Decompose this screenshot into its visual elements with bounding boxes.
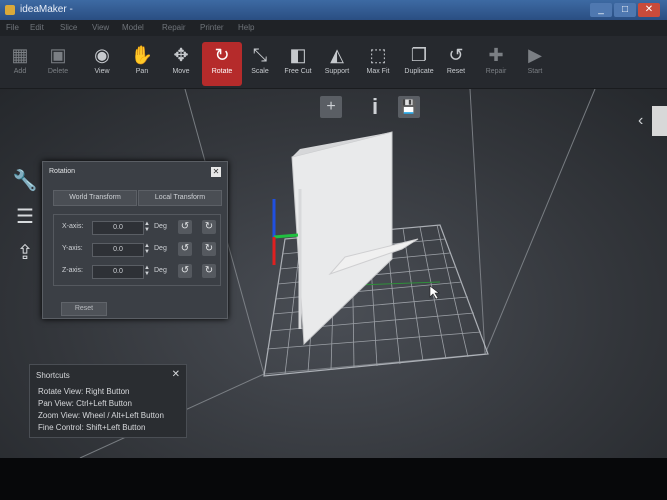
y-axis-spinner[interactable]: ▲ ▼: [144, 243, 150, 255]
rotation-panel: Rotation ✕ World Transform Local Transfo…: [42, 161, 228, 319]
close-button[interactable]: ✕: [638, 3, 660, 17]
max-fit-tool-button[interactable]: ⬚ Max Fit: [358, 42, 398, 86]
view-tool-button[interactable]: ◉ View: [82, 42, 122, 86]
start-icon: ▶: [528, 45, 542, 65]
rotate-icon: ↻: [214, 45, 230, 65]
eye-icon: ◉: [94, 45, 110, 65]
3d-model: [291, 131, 419, 346]
menu-edit[interactable]: Edit: [30, 20, 44, 36]
z-rotate-ccw-icon[interactable]: ↺: [178, 264, 192, 278]
x-axis-spinner[interactable]: ▲ ▼: [144, 221, 150, 233]
title-bar: ideaMaker - _ □ ✕: [0, 0, 667, 20]
save-icon[interactable]: 💾: [398, 96, 420, 118]
chevron-left-icon[interactable]: ‹: [638, 112, 643, 130]
repair-tool-button[interactable]: ✚ Repair: [476, 42, 516, 86]
shortcuts-panel: Shortcuts ✕ Rotate View: Right Button Pa…: [29, 364, 187, 438]
scale-icon: ⤡: [252, 45, 268, 65]
add-model-icon[interactable]: +: [320, 96, 342, 118]
menu-bar: File Edit Slice View Model Repair Printe…: [0, 20, 667, 36]
shortcuts-close-button[interactable]: ✕: [172, 369, 180, 380]
z-axis-unit: Deg: [154, 267, 167, 274]
menu-view[interactable]: View: [92, 20, 109, 36]
free-cut-tool-button[interactable]: ◧ Free Cut: [278, 42, 318, 86]
x-rotate-ccw-icon[interactable]: ↺: [178, 220, 192, 234]
shortcut-line: Pan View: Ctrl+Left Button: [38, 399, 132, 408]
support-tool-button[interactable]: ◭ Support: [317, 42, 357, 86]
app-icon: [5, 5, 15, 15]
x-axis-label: X-axis:: [62, 223, 84, 230]
max-fit-icon: ⬚: [369, 45, 387, 65]
reset-tool-button[interactable]: ↺ Reset: [436, 42, 476, 86]
duplicate-tool-button[interactable]: ❐ Duplicate: [399, 42, 439, 86]
pan-tool-button[interactable]: ✋ Pan: [122, 42, 162, 86]
menu-file[interactable]: File: [6, 20, 19, 36]
z-axis-input[interactable]: 0.0: [92, 265, 144, 279]
add-icon: ▦: [11, 45, 29, 65]
y-axis-label: Y-axis:: [62, 245, 83, 252]
monitor-bezel: [0, 458, 667, 500]
minimize-button[interactable]: _: [590, 3, 612, 17]
delete-icon: ▣: [49, 45, 67, 65]
mouse-cursor-icon: [429, 285, 440, 300]
rotation-panel-title: Rotation: [49, 168, 76, 175]
guide-line: [484, 89, 596, 355]
cut-icon: ◧: [289, 45, 307, 65]
add-tool-button[interactable]: ▦ Add: [0, 42, 40, 86]
y-rotate-cw-icon[interactable]: ↻: [202, 242, 216, 256]
tab-local-transform[interactable]: Local Transform: [138, 190, 222, 206]
x-rotate-cw-icon[interactable]: ↻: [202, 220, 216, 234]
rotation-reset-button[interactable]: Reset: [61, 302, 107, 316]
rotation-panel-close-button[interactable]: ✕: [211, 167, 221, 177]
move-tool-button[interactable]: ✥ Move: [161, 42, 201, 86]
screen: ideaMaker - _ □ ✕ File Edit Slice View M…: [0, 0, 667, 458]
delete-tool-button[interactable]: ▣ Delete: [38, 42, 78, 86]
axis-gizmo: [272, 199, 299, 265]
move-icon: ✥: [173, 45, 189, 65]
duplicate-icon: ❐: [410, 45, 428, 65]
guide-line: [469, 89, 486, 355]
y-axis-row: Y-axis: 0.0 ▲ ▼ Deg ↺ ↻: [54, 241, 220, 259]
hand-icon: ✋: [130, 45, 154, 65]
menu-slice[interactable]: Slice: [60, 20, 77, 36]
y-rotate-ccw-icon[interactable]: ↺: [178, 242, 192, 256]
y-axis-unit: Deg: [154, 245, 167, 252]
menu-model[interactable]: Model: [122, 20, 144, 36]
z-axis-row: Z-axis: 0.0 ▲ ▼ Deg ↺ ↻: [54, 263, 220, 281]
tab-world-transform[interactable]: World Transform: [53, 190, 137, 206]
shortcut-line: Fine Control: Shift+Left Button: [38, 423, 146, 432]
x-axis-row: X-axis: 0.0 ▲ ▼ Deg ↺ ↻: [54, 219, 220, 237]
z-axis-label: Z-axis:: [62, 267, 83, 274]
shortcuts-title: Shortcuts: [36, 371, 70, 380]
toolbar: ▦ Add ▣ Delete ◉ View ✋ Pan ✥ Move ↻ Rotate ⤡ S…: [0, 36, 667, 89]
export-icon[interactable]: ⇪: [12, 240, 38, 266]
y-axis-input[interactable]: 0.0: [92, 243, 144, 257]
menu-repair[interactable]: Repair: [162, 20, 186, 36]
start-tool-button[interactable]: ▶ Start: [515, 42, 555, 86]
menu-help[interactable]: Help: [238, 20, 254, 36]
repair-icon: ✚: [488, 45, 504, 65]
z-rotate-cw-icon[interactable]: ↻: [202, 264, 216, 278]
menu-printer[interactable]: Printer: [200, 20, 224, 36]
rotate-tool-button[interactable]: ↻ Rotate: [202, 42, 242, 86]
axis-group: X-axis: 0.0 ▲ ▼ Deg ↺ ↻ Y-axis: 0.0 ▲ ▼ De…: [53, 214, 221, 286]
right-panel-tab[interactable]: [652, 106, 667, 136]
reset-icon: ↺: [448, 45, 464, 65]
x-axis-input[interactable]: 0.0: [92, 221, 144, 235]
shortcut-line: Rotate View: Right Button: [38, 387, 130, 396]
wrench-icon[interactable]: 🔧: [12, 168, 38, 194]
support-icon: ◭: [330, 45, 344, 65]
maximize-button[interactable]: □: [614, 3, 636, 17]
x-axis-unit: Deg: [154, 223, 167, 230]
list-icon[interactable]: ☰: [12, 204, 38, 230]
shortcut-line: Zoom View: Wheel / Alt+Left Button: [38, 411, 164, 420]
scale-tool-button[interactable]: ⤡ Scale: [240, 42, 280, 86]
window-title: ideaMaker -: [20, 4, 73, 15]
info-icon[interactable]: i: [364, 96, 386, 118]
z-axis-spinner[interactable]: ▲ ▼: [144, 265, 150, 277]
